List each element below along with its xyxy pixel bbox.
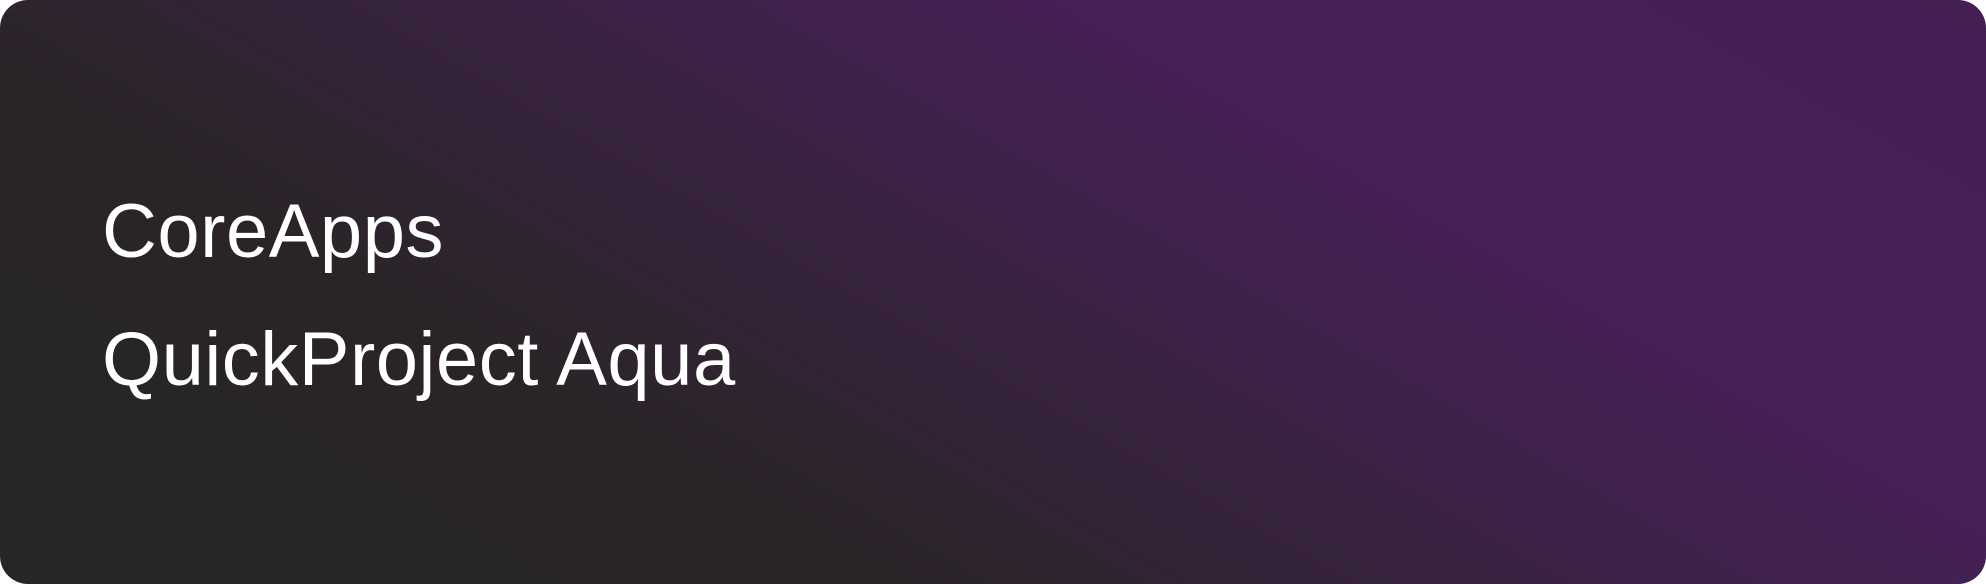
title-block: CoreApps QuickProject Aqua [102,168,736,424]
banner: CoreApps QuickProject Aqua [0,0,1986,584]
brand-name: CoreApps [102,189,444,274]
project-name: QuickProject Aqua [102,317,736,402]
